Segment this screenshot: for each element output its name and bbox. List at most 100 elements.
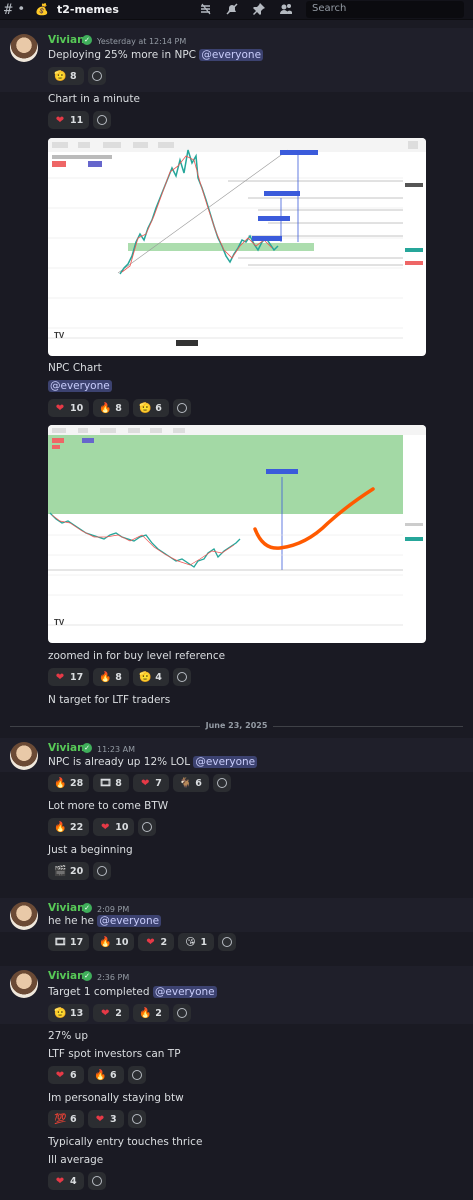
candlestick-chart-2: TV <box>48 425 426 627</box>
chart-image-npc-daily[interactable]: TV <box>48 138 426 356</box>
reaction-count: 17 <box>70 936 84 948</box>
reaction-salute[interactable]: 🫡 6 <box>133 399 170 417</box>
reaction-heart[interactable]: ❤ 2 <box>93 1004 130 1022</box>
reaction-custom-gif[interactable]: 🎞 17 <box>48 933 90 951</box>
avatar[interactable] <box>10 970 38 998</box>
message-text: 27% up <box>48 1030 88 1042</box>
search-input[interactable]: Search <box>306 1 464 18</box>
salute-emoji-icon: 🫡 <box>54 1007 67 1019</box>
timestamp: 11:23 AM <box>97 745 135 754</box>
verified-check-icon: ✓ <box>82 743 92 753</box>
reaction-count: 8 <box>115 777 122 789</box>
avatar[interactable] <box>10 742 38 770</box>
reaction-count: 6 <box>110 1069 117 1081</box>
reaction-salute[interactable]: 🫡 4 <box>133 668 170 686</box>
heart-emoji-icon: ❤ <box>146 936 155 948</box>
add-reaction-button[interactable] <box>128 1066 146 1084</box>
mention-everyone[interactable]: @everyone <box>152 986 217 998</box>
reaction-heart[interactable]: ❤ 6 <box>48 1066 84 1084</box>
reaction-heart[interactable]: ❤ 3 <box>88 1110 124 1128</box>
reaction-bar: 🔥 28 🎞 8 ❤ 7 🐐 6 <box>48 774 232 792</box>
fire-emoji-icon: 🔥 <box>54 821 67 833</box>
add-reaction-button[interactable] <box>88 67 106 85</box>
heart-emoji-icon: ❤ <box>55 1175 65 1187</box>
message-text: @everyone <box>48 380 112 392</box>
reaction-count: 2 <box>160 936 168 948</box>
add-reaction-button[interactable] <box>128 1110 146 1128</box>
mention-everyone[interactable]: @everyone <box>193 756 258 768</box>
heart-emoji-icon: ❤ <box>141 777 150 789</box>
reaction-fire[interactable]: 🔥 8 <box>93 399 130 417</box>
avatar[interactable] <box>10 902 38 930</box>
add-reaction-button[interactable] <box>93 111 112 129</box>
reaction-count: 6 <box>195 777 202 789</box>
reaction-heart[interactable]: ❤ 11 <box>48 111 90 129</box>
reaction-hundred[interactable]: 💯 6 <box>48 1110 84 1128</box>
fire-emoji-icon: 🔥 <box>54 777 67 789</box>
message-text: LTF spot investors can TP <box>48 1048 181 1060</box>
author-name[interactable]: Vivian <box>48 970 85 982</box>
add-reaction-button[interactable] <box>173 399 192 417</box>
add-reaction-button[interactable] <box>218 933 237 951</box>
reaction-goat[interactable]: 🐐 6 <box>173 774 210 792</box>
message-text: zoomed in for buy level reference <box>48 650 226 662</box>
chart-image-npc-zoomed[interactable]: TV <box>48 425 426 643</box>
members-icon[interactable] <box>279 2 293 19</box>
reaction-count: 28 <box>70 777 84 789</box>
reaction-count: 8 <box>115 671 122 683</box>
message-text: Im personally staying btw <box>48 1092 184 1104</box>
reaction-heart[interactable]: ❤ 4 <box>48 1172 84 1190</box>
mention-everyone[interactable]: @everyone <box>199 49 264 61</box>
message-text: Deploying 25% more in NPC @everyone <box>48 49 264 61</box>
reaction-salute[interactable]: 🫡 8 <box>48 67 84 85</box>
reaction-heart[interactable]: ❤ 10 <box>93 818 135 836</box>
reaction-fire[interactable]: 🔥 8 <box>93 668 130 686</box>
add-reaction-button[interactable] <box>173 1004 192 1022</box>
reaction-salute[interactable]: 🫡 13 <box>48 1004 90 1022</box>
add-reaction-button[interactable] <box>213 774 232 792</box>
thread-icon[interactable]: ⦁ <box>19 3 24 13</box>
pin-icon[interactable] <box>252 2 266 19</box>
reaction-fire[interactable]: 🔥 6 <box>88 1066 124 1084</box>
reaction-heart[interactable]: ❤ 10 <box>48 399 90 417</box>
mention-everyone[interactable]: @everyone <box>97 915 162 927</box>
search-placeholder: Search <box>312 3 347 14</box>
reaction-custom-gif[interactable]: 🎬 20 <box>48 862 90 880</box>
add-reaction-button[interactable] <box>93 862 112 880</box>
reaction-fire[interactable]: 🔥 28 <box>48 774 90 792</box>
reaction-fire[interactable]: 🔥 22 <box>48 818 90 836</box>
author-name[interactable]: Vivian <box>48 742 85 754</box>
reaction-custom-gif[interactable]: 🎞 8 <box>93 774 130 792</box>
reaction-count: 10 <box>70 402 84 414</box>
hundred-emoji-icon: 💯 <box>54 1113 67 1125</box>
message-content: NPC is already up 12% LOL <box>48 756 191 768</box>
heart-emoji-icon: ❤ <box>55 671 65 683</box>
author-name[interactable]: Vivian <box>48 902 85 914</box>
add-reaction-button[interactable] <box>138 818 157 836</box>
reaction-count: 2 <box>155 1007 162 1019</box>
reaction-heart[interactable]: ❤ 7 <box>133 774 170 792</box>
threads-icon[interactable] <box>199 2 213 19</box>
add-reaction-button[interactable] <box>173 668 192 686</box>
reaction-bar: ❤ 11 <box>48 111 112 129</box>
reaction-bar: 🫡 13 ❤ 2 🔥 2 <box>48 1004 192 1022</box>
fire-emoji-icon: 🔥 <box>99 936 112 948</box>
add-reaction-button[interactable] <box>88 1172 106 1190</box>
timestamp: 2:36 PM <box>97 973 130 982</box>
reaction-kiss[interactable]: 😘 1 <box>178 933 215 951</box>
avatar[interactable] <box>10 34 38 62</box>
verified-check-icon: ✓ <box>82 903 92 913</box>
mention-everyone[interactable]: @everyone <box>48 380 112 392</box>
reaction-count: 6 <box>70 1113 77 1125</box>
kiss-emoji-icon: 😘 <box>185 936 196 948</box>
reaction-fire[interactable]: 🔥 2 <box>133 1004 170 1022</box>
mute-bell-icon[interactable] <box>225 2 239 19</box>
reaction-bar: 🫡 8 <box>48 67 106 85</box>
svg-text:TV: TV <box>54 331 65 340</box>
reaction-heart[interactable]: ❤ 17 <box>48 668 90 686</box>
reaction-fire[interactable]: 🔥 10 <box>93 933 135 951</box>
author-name[interactable]: Vivian <box>48 34 85 46</box>
reaction-count: 4 <box>70 1175 77 1187</box>
message-text: NPC is already up 12% LOL @everyone <box>48 756 258 768</box>
reaction-heart[interactable]: ❤ 2 <box>138 933 175 951</box>
